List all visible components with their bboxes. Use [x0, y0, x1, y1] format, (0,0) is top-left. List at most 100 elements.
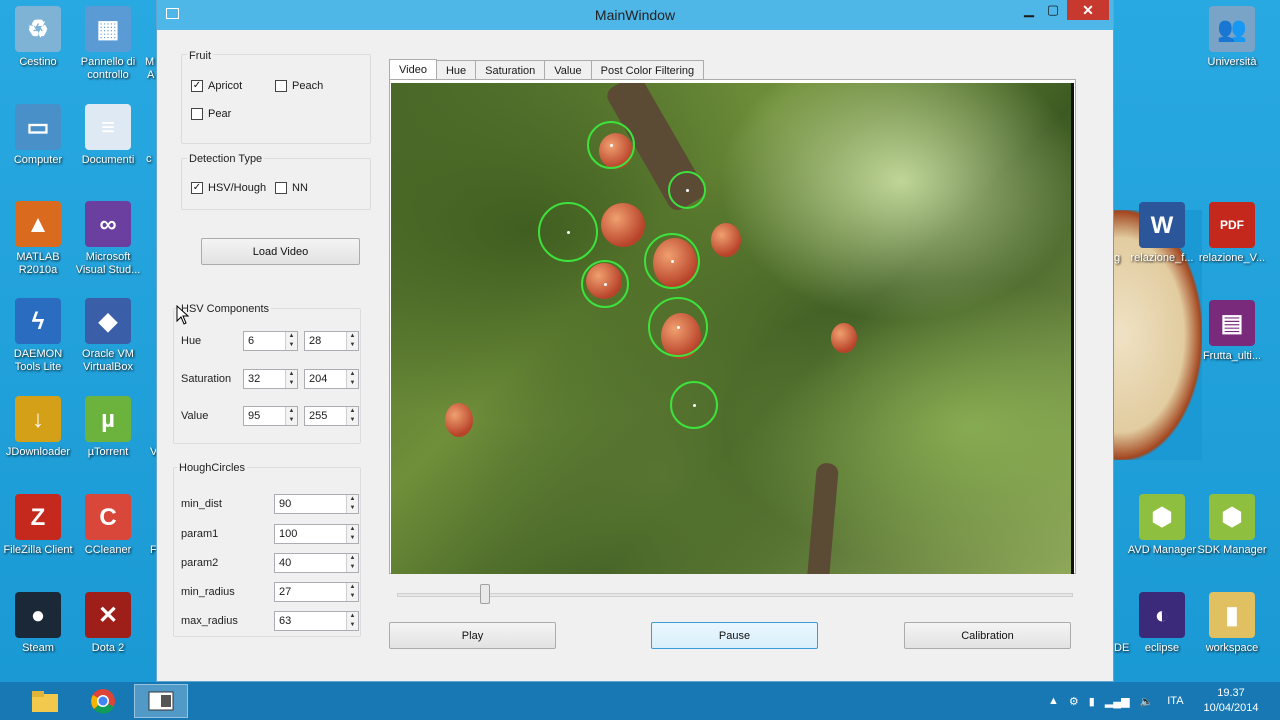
network-settings-icon[interactable]: ⚙: [1069, 695, 1079, 708]
hough-param-spinbox[interactable]: 100 ▲ ▼: [274, 524, 359, 544]
desktop-shortcut[interactable]: ● Steam: [0, 592, 76, 655]
up-arrow-icon[interactable]: ▲: [347, 407, 358, 416]
up-arrow-icon[interactable]: ▲: [347, 370, 358, 379]
mainwindow-taskbar-button[interactable]: [134, 684, 188, 718]
spinbox-arrows[interactable]: ▲ ▼: [346, 407, 358, 425]
show-hidden-icons-icon[interactable]: ▲: [1048, 695, 1059, 707]
desktop-shortcut[interactable]: PDF relazione_V...: [1194, 202, 1270, 265]
battery-icon[interactable]: ▮: [1089, 695, 1095, 708]
hsv-min-spinbox[interactable]: 95 ▲ ▼: [243, 406, 298, 426]
spinbox-arrows[interactable]: ▲ ▼: [285, 407, 297, 425]
video-seek-track[interactable]: [397, 593, 1073, 597]
checkbox-box[interactable]: [275, 182, 287, 194]
down-arrow-icon[interactable]: ▼: [347, 592, 358, 601]
tab-hue[interactable]: Hue: [435, 60, 477, 80]
spinbox-arrows[interactable]: ▲ ▼: [346, 370, 358, 388]
video-seek-handle[interactable]: [479, 584, 490, 604]
pause-button[interactable]: Pause: [651, 622, 818, 649]
down-arrow-icon[interactable]: ▼: [347, 341, 358, 350]
down-arrow-icon[interactable]: ▼: [347, 504, 358, 513]
up-arrow-icon[interactable]: ▲: [347, 612, 358, 621]
desktop-shortcut[interactable]: ⬢ SDK Manager: [1194, 494, 1270, 557]
title-bar[interactable]: MainWindow ▁ ▢ ✕: [157, 0, 1113, 30]
language-indicator[interactable]: ITA: [1167, 695, 1183, 707]
hough-param-spinbox[interactable]: 63 ▲ ▼: [274, 611, 359, 631]
up-arrow-icon[interactable]: ▲: [347, 495, 358, 504]
down-arrow-icon[interactable]: ▼: [347, 563, 358, 572]
down-arrow-icon[interactable]: ▼: [347, 534, 358, 543]
play-button[interactable]: Play: [389, 622, 556, 649]
desktop-shortcut[interactable]: ▦ Pannello di controllo: [70, 6, 146, 82]
spinbox-arrows[interactable]: ▲ ▼: [346, 525, 358, 543]
up-arrow-icon[interactable]: ▲: [286, 407, 297, 416]
clock[interactable]: 19.37 10/04/2014: [1196, 686, 1266, 716]
desktop-shortcut[interactable]: ▲ MATLAB R2010a: [0, 201, 76, 277]
maximize-button[interactable]: ▢: [1043, 0, 1063, 20]
calibration-button[interactable]: Calibration: [904, 622, 1071, 649]
tab-post-color-filtering[interactable]: Post Color Filtering: [590, 60, 705, 80]
desktop-shortcut[interactable]: ◐ eclipse: [1124, 592, 1200, 655]
desktop-shortcut[interactable]: Wrelazione_f...: [1124, 202, 1200, 265]
hough-param-spinbox[interactable]: 90 ▲ ▼: [274, 494, 359, 514]
desktop-shortcut[interactable]: ✕ Dota 2: [70, 592, 146, 655]
checkbox-box[interactable]: [191, 108, 203, 120]
spinbox-arrows[interactable]: ▲ ▼: [346, 495, 358, 513]
minimize-button[interactable]: ▁: [1019, 0, 1039, 20]
hsv-max-spinbox[interactable]: 28 ▲ ▼: [304, 331, 359, 351]
down-arrow-icon[interactable]: ▼: [347, 416, 358, 425]
nn-checkbox[interactable]: NN: [275, 182, 308, 194]
up-arrow-icon[interactable]: ▲: [286, 370, 297, 379]
desktop-shortcut[interactable]: ◆ Oracle VM VirtualBox: [70, 298, 146, 374]
tab-video[interactable]: Video: [389, 59, 437, 80]
spinbox-arrows[interactable]: ▲ ▼: [346, 583, 358, 601]
down-arrow-icon[interactable]: ▼: [347, 379, 358, 388]
desktop-shortcut[interactable]: ▮ workspace: [1194, 592, 1270, 655]
up-arrow-icon[interactable]: ▲: [347, 554, 358, 563]
desktop-shortcut[interactable]: ▤ Frutta_ulti...: [1194, 300, 1270, 363]
desktop-shortcut[interactable]: C CCleaner: [70, 494, 146, 557]
spinbox-arrows[interactable]: ▲ ▼: [285, 332, 297, 350]
volume-icon[interactable]: 🔈: [1140, 695, 1154, 708]
hsv-min-spinbox[interactable]: 6 ▲ ▼: [243, 331, 298, 351]
down-arrow-icon[interactable]: ▼: [286, 416, 297, 425]
spinbox-arrows[interactable]: ▲ ▼: [346, 332, 358, 350]
peach-checkbox[interactable]: Peach: [275, 80, 323, 92]
up-arrow-icon[interactable]: ▲: [347, 525, 358, 534]
desktop-shortcut[interactable]: ≡ Documenti: [70, 104, 146, 167]
hough-param-spinbox[interactable]: 27 ▲ ▼: [274, 582, 359, 602]
hough-param-spinbox[interactable]: 40 ▲ ▼: [274, 553, 359, 573]
spinbox-arrows[interactable]: ▲ ▼: [285, 370, 297, 388]
desktop-shortcut[interactable]: ♻ Cestino: [0, 6, 76, 69]
up-arrow-icon[interactable]: ▲: [347, 583, 358, 592]
desktop-shortcut[interactable]: Z FileZilla Client: [0, 494, 76, 557]
desktop-shortcut[interactable]: ↓ JDownloader: [0, 396, 76, 459]
hsv-min-spinbox[interactable]: 32 ▲ ▼: [243, 369, 298, 389]
down-arrow-icon[interactable]: ▼: [286, 341, 297, 350]
apricot-checkbox[interactable]: ✓ Apricot: [191, 80, 242, 92]
close-button[interactable]: ✕: [1067, 0, 1109, 20]
spinbox-arrows[interactable]: ▲ ▼: [346, 554, 358, 572]
hsv-hough-checkbox[interactable]: ✓ HSV/Hough: [191, 182, 266, 194]
tab-saturation[interactable]: Saturation: [475, 60, 546, 80]
hsv-max-spinbox[interactable]: 204 ▲ ▼: [304, 369, 359, 389]
desktop-shortcut[interactable]: ∞ Microsoft Visual Stud...: [70, 201, 146, 277]
pear-checkbox[interactable]: Pear: [191, 108, 231, 120]
hsv-max-spinbox[interactable]: 255 ▲ ▼: [304, 406, 359, 426]
up-arrow-icon[interactable]: ▲: [347, 332, 358, 341]
desktop-shortcut[interactable]: ▭ Computer: [0, 104, 76, 167]
spinbox-arrows[interactable]: ▲ ▼: [346, 612, 358, 630]
up-arrow-icon[interactable]: ▲: [286, 332, 297, 341]
window-system-icon[interactable]: [166, 8, 179, 19]
chrome-taskbar-button[interactable]: [76, 684, 130, 718]
load-video-button[interactable]: Load Video: [201, 238, 360, 265]
checkbox-box[interactable]: [275, 80, 287, 92]
down-arrow-icon[interactable]: ▼: [286, 379, 297, 388]
signal-icon[interactable]: ▂▄▆: [1105, 695, 1130, 708]
desktop-shortcut[interactable]: ϟ DAEMON Tools Lite: [0, 298, 76, 374]
file-explorer-taskbar-button[interactable]: [18, 684, 72, 718]
checkbox-box[interactable]: ✓: [191, 182, 203, 194]
desktop-shortcut[interactable]: 👥 Università: [1194, 6, 1270, 69]
down-arrow-icon[interactable]: ▼: [347, 621, 358, 630]
tab-value[interactable]: Value: [544, 60, 592, 80]
desktop-shortcut[interactable]: ⬢ AVD Manager: [1124, 494, 1200, 557]
